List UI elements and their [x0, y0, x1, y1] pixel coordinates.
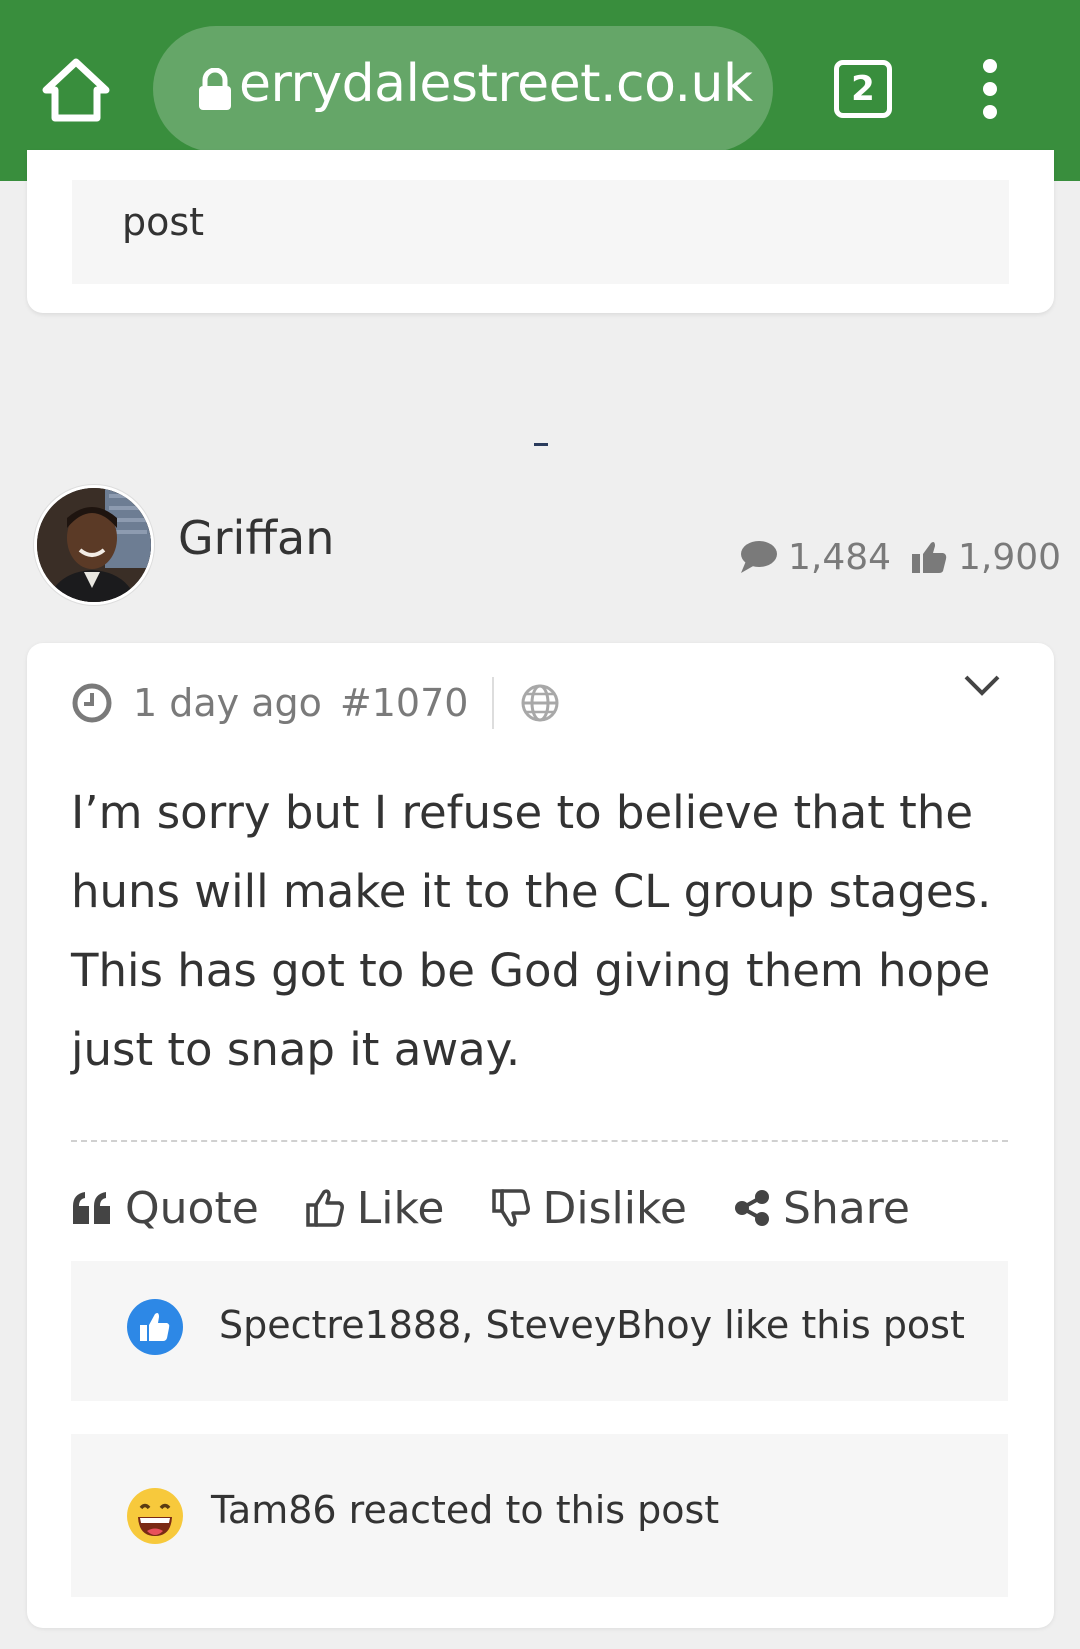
post-meta: 1 day ago #1070 — [71, 673, 560, 733]
comment-count-stat: 1,484 — [738, 535, 891, 579]
quote-label: Quote — [125, 1182, 259, 1234]
thumbs-up-icon — [912, 542, 947, 573]
more-menu-icon[interactable] — [972, 58, 1008, 120]
reactions-text: Tam86 reacted to this post — [211, 1488, 720, 1532]
share-label: Share — [782, 1182, 910, 1234]
avatar[interactable] — [34, 485, 154, 605]
previous-reaction-text: post — [122, 200, 205, 244]
author-name[interactable]: Griffan — [178, 511, 334, 565]
like-count-stat: 1,900 — [910, 535, 1061, 579]
dashed-divider — [71, 1140, 1008, 1142]
meta-divider — [492, 677, 495, 729]
tab-switcher-button[interactable]: 2 — [834, 60, 892, 118]
quote-icon — [73, 1192, 110, 1224]
previous-post-card: post — [27, 150, 1054, 313]
likes-box[interactable]: Spectre1888, SteveyBhoy like this post — [71, 1261, 1008, 1401]
post-card: 1 day ago #1070 I’m sorry but I refuse t… — [27, 643, 1054, 1628]
quote-button[interactable]: Quote — [71, 1183, 259, 1234]
separator-mark — [534, 443, 548, 446]
like-badge-icon — [125, 1297, 185, 1357]
post-body: I’m sorry but I refuse to believe that t… — [71, 786, 992, 1076]
like-button[interactable]: Like — [305, 1183, 445, 1234]
lock-icon — [197, 67, 233, 112]
post-number[interactable]: #1070 — [340, 681, 469, 725]
url-text[interactable]: errydalestreet.co.uk — [239, 54, 753, 114]
laughing-emoji-icon — [125, 1486, 185, 1546]
clock-icon — [72, 683, 112, 723]
like-count: 1,900 — [958, 536, 1062, 578]
dislike-button[interactable]: Dislike — [491, 1183, 687, 1234]
thumbs-down-outline-icon — [491, 1189, 530, 1227]
share-icon — [734, 1190, 769, 1226]
home-icon[interactable] — [40, 56, 112, 124]
chevron-down-icon[interactable] — [960, 663, 1004, 707]
like-label: Like — [356, 1182, 445, 1234]
dislike-label: Dislike — [542, 1182, 687, 1234]
share-button[interactable]: Share — [733, 1183, 910, 1234]
comment-count: 1,484 — [788, 536, 892, 578]
likes-text: Spectre1888, SteveyBhoy like this post — [219, 1303, 965, 1347]
thumbs-up-outline-icon — [306, 1189, 344, 1227]
globe-icon — [521, 684, 559, 722]
address-bar[interactable]: errydalestreet.co.uk — [153, 26, 773, 152]
previous-reaction-box: post — [72, 180, 1009, 284]
reactions-box[interactable]: Tam86 reacted to this post — [71, 1434, 1008, 1597]
speech-bubble-icon — [741, 541, 777, 573]
post-time[interactable]: 1 day ago — [133, 681, 322, 725]
post-actions: Quote Like Dislike Share — [71, 1168, 956, 1248]
